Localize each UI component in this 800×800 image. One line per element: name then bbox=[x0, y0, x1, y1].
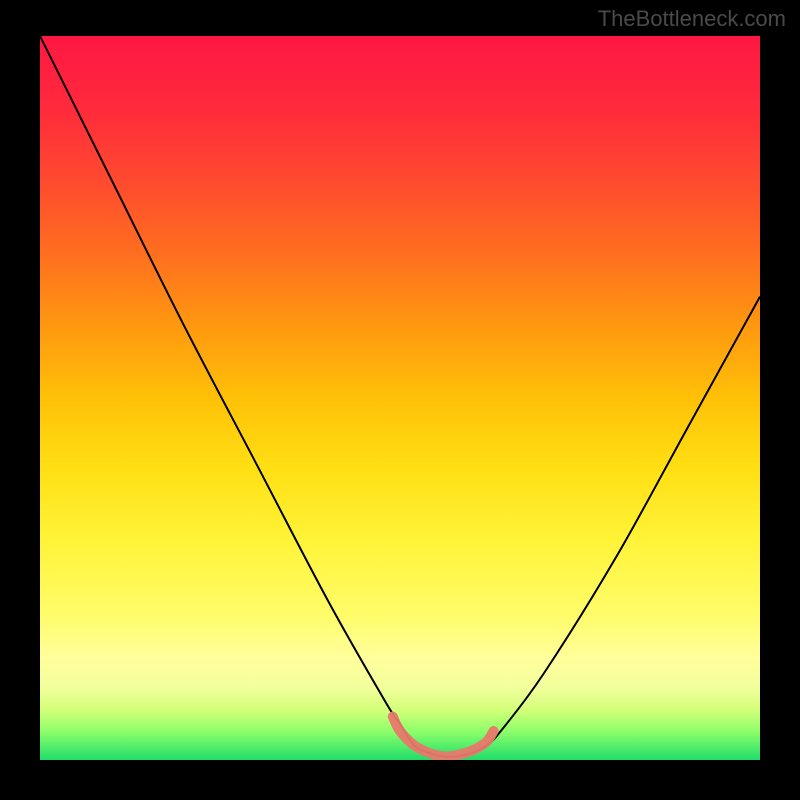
bottleneck-chart bbox=[40, 36, 760, 760]
gradient-background bbox=[40, 36, 760, 760]
plot-area bbox=[40, 36, 760, 760]
watermark-text: TheBottleneck.com bbox=[598, 6, 786, 32]
chart-container: TheBottleneck.com bbox=[0, 0, 800, 800]
